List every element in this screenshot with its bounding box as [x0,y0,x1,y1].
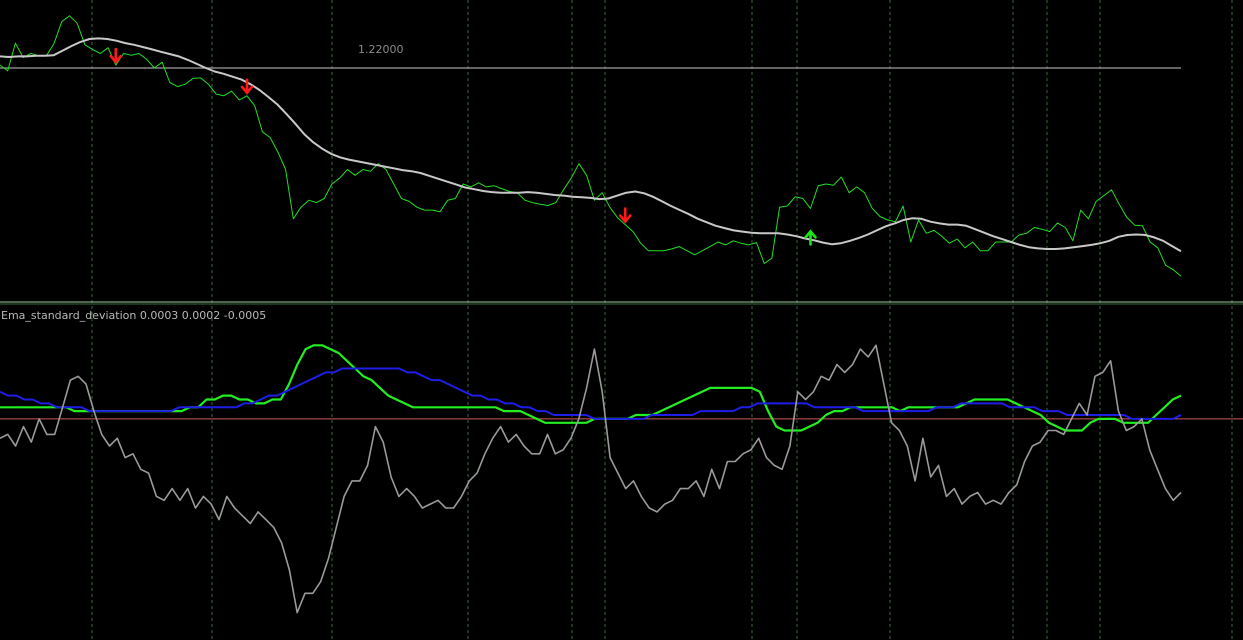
chart-root: 1.22000 Ema_standard_deviation 0.0003 0.… [0,0,1243,640]
price-level-label: 1.22000 [358,43,404,56]
indicator-label: Ema_standard_deviation 0.0003 0.0002 -0.… [1,309,266,322]
